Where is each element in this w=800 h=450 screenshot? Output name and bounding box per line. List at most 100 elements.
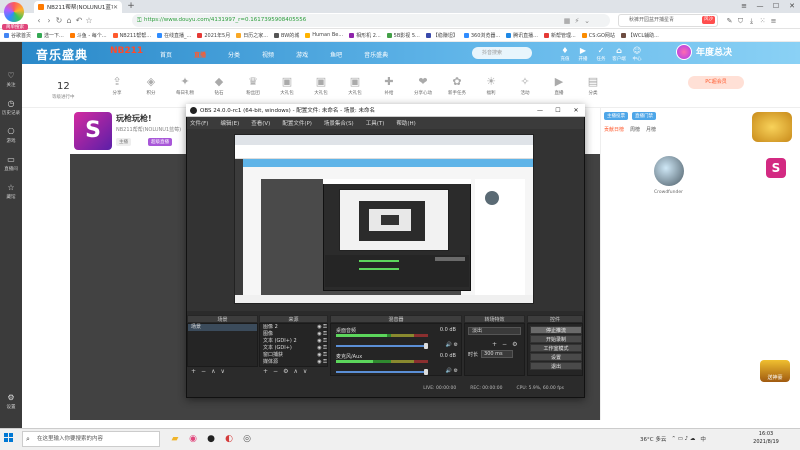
gift-item[interactable]: ▣ 大礼包	[338, 74, 372, 96]
obs-control-button[interactable]: 工作室模式	[530, 344, 582, 352]
gift-item[interactable]: ✿ 新手任务	[440, 74, 474, 96]
tab-close-icon[interactable]: ✕	[113, 4, 118, 11]
source-item[interactable]: 图像 2 ◉ ⚿	[260, 324, 327, 331]
nav-item[interactable]: 鱼吧	[330, 50, 342, 59]
sidebar-item[interactable]: ▭ 直播间	[0, 148, 22, 176]
remove-source-icon[interactable]: −	[273, 368, 278, 375]
shield-icon[interactable]: ⛉	[735, 17, 746, 26]
volume-knob[interactable]	[424, 369, 428, 375]
source-item[interactable]: 文本 (GDI+) 2 ◉ ⚿	[260, 338, 327, 345]
bookmark-item[interactable]: 【WCL辅助...	[620, 29, 659, 42]
header-icon-button[interactable]: ✓ 任务	[592, 46, 610, 62]
header-icon-button[interactable]: ☺ 中心	[628, 46, 646, 62]
obs-preview-canvas[interactable]	[234, 134, 534, 304]
remove-transition-icon[interactable]: −	[502, 341, 507, 348]
transition-settings-icon[interactable]: ⚙	[512, 341, 517, 348]
add-source-icon[interactable]: +	[263, 368, 268, 375]
close-icon[interactable]: ✕	[784, 0, 800, 13]
window-menu-icon[interactable]: ≡	[736, 0, 752, 13]
ranking-button[interactable]: 主播投票	[604, 112, 628, 120]
douyu-logo[interactable]: 音乐盛典	[36, 46, 88, 63]
bookmark-item[interactable]: 360浏览器...	[463, 29, 500, 42]
app-taskbar-icon[interactable]: ◐	[220, 431, 238, 447]
obs-taskbar-icon[interactable]: ●	[202, 431, 220, 447]
user-avatar[interactable]	[676, 44, 692, 60]
sidebar-item[interactable]: ☆ 藏馆	[0, 176, 22, 204]
obs-minimize-icon[interactable]: —	[531, 104, 549, 117]
source-visibility-icon[interactable]: ◉ ⚿	[317, 345, 327, 352]
source-visibility-icon[interactable]: ◉ ⚿	[317, 324, 327, 331]
obs-menu-item[interactable]: 工具(T)	[366, 119, 385, 127]
sidebar-item-settings[interactable]: ⚙ 设置	[0, 386, 22, 414]
taskbar-search-input[interactable]: 在这里输入你要搜索的内容	[22, 431, 160, 447]
source-settings-icon[interactable]: ⚙	[283, 368, 288, 375]
source-visibility-icon[interactable]: ◉ ⚿	[317, 331, 327, 338]
speaker-icon[interactable]: 🔊	[446, 368, 452, 374]
scene-down-icon[interactable]: ∨	[220, 368, 224, 375]
source-visibility-icon[interactable]: ◉ ⚿	[317, 352, 327, 359]
back-icon[interactable]: ‹	[34, 14, 44, 28]
header-icon-button[interactable]: ♦ 充值	[556, 46, 574, 62]
weather-text[interactable]: 36°C 多云	[640, 435, 666, 443]
source-visibility-icon[interactable]: ◉ ⚿	[317, 359, 327, 366]
obs-menu-item[interactable]: 文件(F)	[190, 119, 208, 127]
streamer-avatar[interactable]	[654, 156, 684, 186]
gift-item[interactable]: ♛ 粉丝团	[236, 74, 270, 96]
bookmark-item[interactable]: 相形机 2...	[349, 29, 381, 42]
tray-icons[interactable]: ⌃ ▭ ♪ ☁	[671, 436, 695, 442]
promo-live-badge[interactable]: 送神豪	[760, 360, 790, 382]
undo-icon[interactable]: ↶	[74, 14, 84, 28]
gear-icon[interactable]: ⚙	[454, 342, 458, 348]
pc-vip-button[interactable]: PC超会员	[688, 76, 744, 89]
obs-control-button[interactable]: 开始录制	[530, 335, 582, 343]
transition-select[interactable]: 淡出	[468, 327, 521, 335]
speaker-icon[interactable]: 🔊	[446, 342, 452, 348]
room-avatar[interactable]: S	[74, 112, 112, 150]
bookmark-item[interactable]: 谷歌首页	[4, 29, 31, 42]
obs-menu-item[interactable]: 场景集合(S)	[324, 119, 354, 127]
obs-control-button[interactable]: 退出	[530, 362, 582, 370]
bookmark-item[interactable]: 腾讯直播...	[506, 29, 538, 42]
bookmark-item[interactable]: NB211帮帮...	[112, 29, 151, 42]
ranking-button[interactable]: 直播门禁	[632, 112, 656, 120]
add-scene-icon[interactable]: +	[191, 368, 196, 375]
obs-menu-item[interactable]: 帮助(H)	[396, 119, 415, 127]
bookmark-item[interactable]: Human Be...	[305, 29, 343, 42]
nav-item[interactable]: 直播	[194, 50, 206, 59]
nav-item[interactable]: 音乐盛典	[364, 50, 388, 59]
gift-item[interactable]: ✧ 活动	[508, 74, 542, 96]
bookmark-item[interactable]: 【稳赚坦】	[425, 29, 458, 42]
apps-icon[interactable]: ⁙	[757, 17, 768, 25]
chevron-down-icon[interactable]: ⌄	[582, 17, 592, 25]
ime-indicator[interactable]: 中	[700, 435, 706, 443]
source-up-icon[interactable]: ∧	[293, 368, 297, 375]
forward-icon[interactable]: ›	[44, 14, 54, 28]
gift-item[interactable]: ▣ 大礼包	[270, 74, 304, 96]
bookmark-item[interactable]: 选一下...	[37, 29, 64, 42]
new-tab-button[interactable]: +	[125, 1, 137, 12]
obs-control-button[interactable]: 设置	[530, 353, 582, 361]
promo-banner[interactable]	[752, 112, 792, 142]
header-search-input[interactable]: 抖音搜索	[472, 47, 532, 59]
volume-slider[interactable]	[336, 371, 428, 373]
bolt-icon[interactable]: ⚡	[572, 17, 582, 25]
nav-item[interactable]: 分类	[228, 50, 240, 59]
remove-scene-icon[interactable]: −	[201, 368, 206, 375]
obs-control-button[interactable]: 停止推流	[530, 326, 582, 334]
add-transition-icon[interactable]: +	[492, 341, 497, 348]
sidebar-item[interactable]: ⎔ 游戏	[0, 120, 22, 148]
bookmark-item[interactable]: 日历之家...	[236, 29, 268, 42]
sidebar-item[interactable]: ♡ 关注	[0, 64, 22, 92]
file-explorer-icon[interactable]: ▰	[166, 431, 184, 447]
bookmark-item[interactable]: CS:GO网站	[581, 29, 615, 42]
ranking-tab[interactable]: 月榜	[646, 126, 656, 133]
ranking-tab[interactable]: 周榜	[630, 126, 640, 133]
browser-search-input[interactable]: 秋裤开园盆开捕星青 风沙	[618, 14, 718, 27]
room-subtitle[interactable]: NB211帮帮(NOLUNU1蓝莓)	[116, 126, 181, 133]
header-banner[interactable]: 年度总决	[696, 45, 732, 58]
gift-item[interactable]: ◆ 钻石	[202, 74, 236, 96]
gift-item[interactable]: ❤ 分享心动	[406, 74, 440, 96]
grid-icon[interactable]: ▦	[562, 17, 572, 25]
minimize-icon[interactable]: —	[752, 0, 768, 13]
header-icon-button[interactable]: ▶ 开播	[574, 46, 592, 62]
